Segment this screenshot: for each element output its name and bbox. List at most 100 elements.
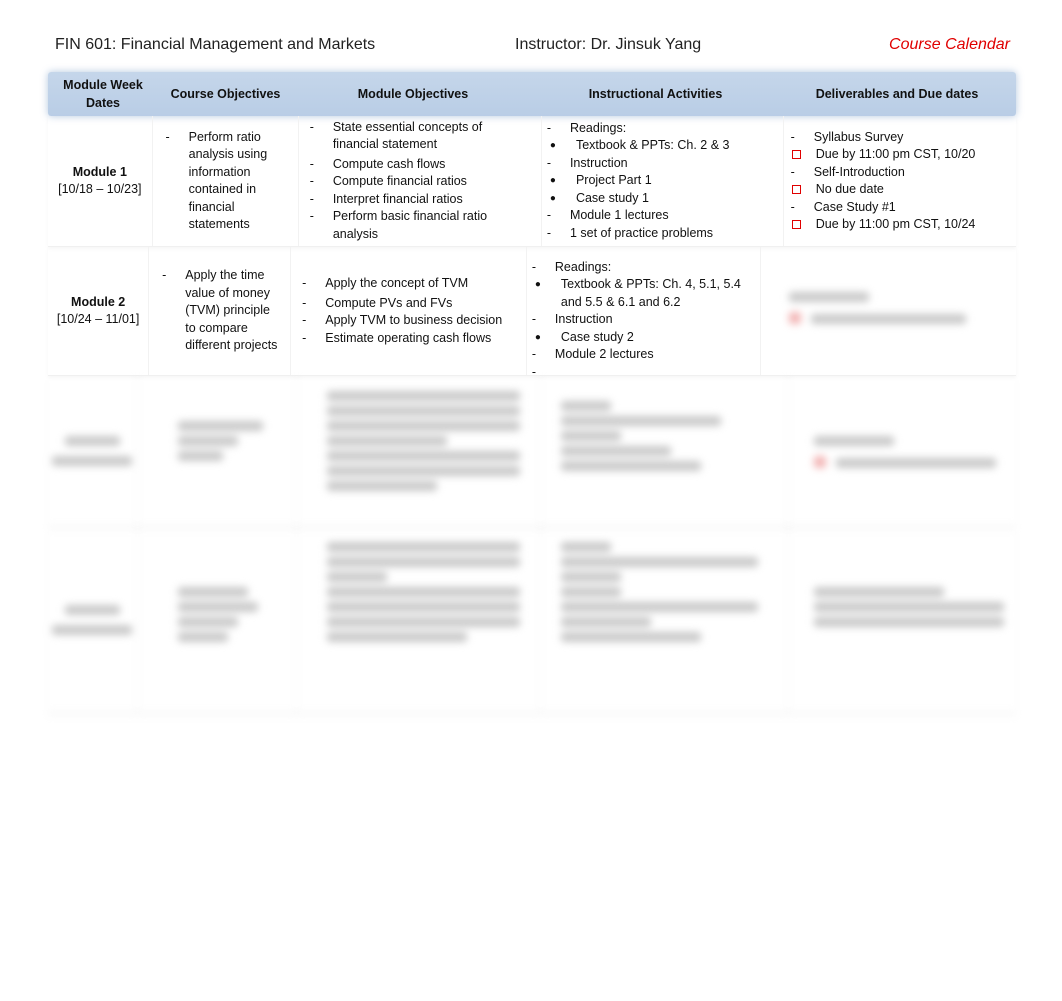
deliverables-cell (789, 376, 1016, 526)
list-item: Due by 11:00 pm CST, 10/20 (786, 146, 1010, 164)
list-item-text: Case study 1 (575, 190, 649, 205)
list-item: - Compute PVs and FVs (297, 295, 516, 313)
dash-bullet-icon: - (546, 225, 552, 240)
list-item: - Self-Introduction (786, 164, 1010, 182)
course-calendar-table: Module Week Dates Course Objectives Modu… (48, 72, 1016, 713)
module-name: Module 2 (71, 294, 126, 309)
list-item-text: 1 set of practice problems (569, 225, 714, 240)
list-item: - Readings: (542, 120, 773, 138)
dash-bullet-icon: - (162, 268, 167, 283)
instructor-name: Instructor: Dr. Jinsuk Yang (515, 36, 702, 53)
list-item: ● Textbook & PPTs: Ch. 2 & 3 (542, 137, 773, 155)
module-objectives-cell-list: - Apply the concept of TVM - Compute PVs an… (297, 275, 516, 347)
activities-cell: - Readings: ● Textbook & PPTs: Ch. 2 & 3 - In… (542, 116, 784, 246)
checkbox-square-icon (791, 220, 801, 229)
module-objectives-cell: - State essential concepts of financial s… (299, 116, 542, 246)
dash-bullet-icon: - (546, 208, 552, 223)
list-item: - Apply the time value of money (TVM) pri… (157, 267, 280, 355)
list-item: - State essential concepts of financial s… (305, 119, 531, 154)
course-objectives-cell (138, 527, 298, 712)
list-item-text: Due by 11:00 pm CST, 10/20 (815, 147, 976, 161)
module-cell: Module 1 [10/18 – 10/23] (48, 116, 153, 246)
list-item: - 1 set of practice problems (542, 225, 773, 243)
list-item: - Module 1 lectures (542, 207, 773, 225)
list-item: - Apply the concept of TVM (297, 275, 516, 293)
list-item: - Instruction (527, 311, 750, 329)
table-row: Module 2 [10/24 – 11/01] - Apply the time v… (48, 247, 1016, 379)
list-item-text: Case Study #1 (813, 199, 896, 214)
module-dates: [10/18 – 10/23] (58, 182, 142, 196)
dash-bullet-icon: - (309, 119, 314, 134)
list-item-text: State essential concepts of financial st… (332, 119, 483, 152)
module-dates: [10/24 – 11/01] (56, 312, 140, 326)
course-objectives-cell (138, 376, 298, 526)
course-objectives-cell: - Perform ratio analysis using informatio… (153, 116, 299, 246)
list-item-text: Interpret financial ratios (332, 191, 463, 206)
dash-bullet-icon: - (302, 330, 307, 345)
list-item-text: Readings: (554, 259, 612, 274)
dash-bullet-icon: - (165, 129, 170, 144)
list-item: - Case Study #1 (786, 199, 1010, 217)
list-item: - Compute cash flows (305, 156, 531, 174)
module-name: Module 1 (72, 164, 127, 179)
course-title: FIN 601: Financial Management and Market… (55, 36, 376, 53)
list-item-text: Compute financial ratios (332, 174, 467, 189)
list-item-text: Instruction (569, 155, 628, 170)
list-item: - Module 2 lectures (527, 346, 750, 364)
table-row-blurred (48, 527, 1016, 713)
dash-bullet-icon: - (546, 155, 552, 170)
blurred-line (789, 307, 1006, 335)
list-item: - Perform basic financial ratio analysis (305, 208, 531, 243)
page-header: FIN 601: Financial Management and Market… (55, 36, 1010, 60)
list-item: ● Case study 2 (527, 329, 750, 347)
dash-bullet-icon: - (302, 313, 307, 327)
activities-cell-list: - Readings: ● Textbook & PPTs: Ch. 2 & 3 - In… (542, 120, 773, 243)
list-item-text: Textbook & PPTs: Ch. 4, 5.1, 5.4 and 5.5… (560, 277, 741, 309)
list-item-text: Textbook & PPTs: Ch. 2 & 3 (575, 138, 730, 153)
list-item-text: Apply TVM to business decision (325, 313, 503, 327)
column-header-deliverables: Deliverables and Due dates (815, 87, 979, 101)
dash-bullet-icon: - (790, 129, 795, 144)
table-header-row: Module Week Dates Course Objectives Modu… (48, 72, 1016, 116)
activities-cell (541, 376, 790, 526)
blurred-text (789, 292, 870, 303)
checkbox-square-icon (791, 150, 801, 159)
list-item-text: Apply the time value of money (TVM) prin… (185, 268, 278, 353)
dash-bullet-icon: - (309, 209, 314, 224)
list-item: - Instruction (542, 155, 773, 173)
module-objectives-cell (297, 527, 542, 712)
round-bullet-icon: ● (534, 279, 541, 290)
document-label: Course Calendar (889, 36, 1010, 53)
dash-bullet-icon: - (531, 312, 536, 326)
module-cell (48, 527, 138, 712)
list-item: - Estimate operating cash flows (297, 330, 516, 348)
round-bullet-icon: ● (549, 140, 556, 152)
module-objectives-cell (297, 376, 542, 526)
list-item: ● Project Part 1 (542, 172, 773, 190)
module-objectives-cell-list: - State essential concepts of financial s… (305, 119, 531, 244)
list-item-text: Module 1 lectures (569, 208, 669, 223)
list-item: ● Textbook & PPTs: Ch. 4, 5.1, 5.4 and 5.… (527, 276, 750, 311)
list-item-text: Case study 2 (560, 329, 634, 344)
deliverables-cell (761, 247, 1016, 375)
dash-bullet-icon: - (531, 259, 536, 274)
deliverables-cell (789, 527, 1016, 712)
column-header-instructional-activities: Instructional Activities (588, 87, 723, 101)
round-bullet-icon: ● (534, 331, 541, 343)
round-bullet-icon: ● (549, 175, 556, 187)
list-item-text: Perform basic financial ratio analysis (332, 209, 488, 241)
dash-bullet-icon: - (302, 295, 307, 310)
dash-bullet-icon: - (309, 191, 314, 206)
table-body: Module 1 [10/18 – 10/23] - Perform ratio an… (48, 116, 1016, 379)
table-row: Module 1 [10/18 – 10/23] - Perform ratio an… (48, 116, 1016, 247)
list-item: Due by 11:00 pm CST, 10/24 (786, 216, 1010, 234)
list-item-text: Syllabus Survey (813, 129, 904, 144)
column-header-course-objectives: Course Objectives (170, 87, 281, 101)
list-item-text: Estimate operating cash flows (325, 330, 492, 345)
dash-bullet-icon: - (790, 164, 795, 179)
list-item-text: Self-Introduction (813, 164, 905, 179)
course-objectives-cell-list: - Apply the time value of money (TVM) pri… (157, 267, 280, 355)
module-cell (48, 376, 138, 526)
dash-bullet-icon: - (309, 174, 314, 189)
list-item-text: Due by 11:00 pm CST, 10/24 (815, 217, 976, 231)
